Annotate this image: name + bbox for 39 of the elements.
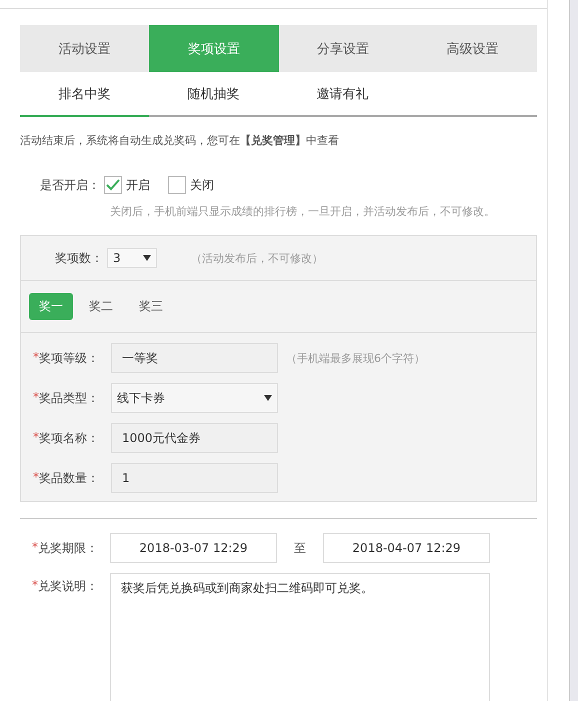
input-field[interactable]: 1 [111,463,278,493]
date-field[interactable]: 2018-03-07 12:29 [110,533,277,563]
sub-tab[interactable]: 邀请有礼 [278,72,407,117]
prize-tab[interactable]: 奖三 [129,293,173,320]
description-field[interactable]: 获奖后凭兑换码或到商家处扫二维码即可兑奖。 [110,573,490,701]
option-label: 开启 [126,176,150,194]
required-mark: * [33,470,39,486]
field-label: 是否开启： [40,176,100,194]
sub-tab[interactable]: 排名中奖 [20,72,149,117]
required-mark: * [33,390,39,406]
required-mark: * [33,350,39,366]
checkbox[interactable] [104,176,122,194]
type-select[interactable]: 线下卡券 [111,383,278,413]
caret-icon [143,255,151,261]
checkbox[interactable] [168,176,186,194]
notice-text: 活动结束后，系统将自动生成兑奖码，您可在【兑奖管理】中查看 [20,133,340,148]
required-mark: * [32,578,38,594]
date-field[interactable]: 2018-04-07 12:29 [323,533,490,563]
field-label: 奖项等级： [39,350,99,366]
hint-text: （手机端最多展现6个字符） [286,350,425,366]
count-select[interactable]: 3 [107,248,157,268]
hint-text: （活动发布后，不可修改） [191,250,323,266]
hint-text: 关闭后，手机前端只显示成绩的排行榜，一旦开启，并活动发布后，不可修改。 [110,204,496,219]
input-field[interactable]: 1000元代金券 [111,423,278,453]
required-mark: * [33,430,39,446]
field-label: 兑奖期限： [38,540,98,556]
field-label: 奖品类型： [39,390,99,406]
required-mark: * [32,540,38,556]
prize-tab[interactable]: 奖二 [79,293,123,320]
field-label: 奖项数： [55,250,103,266]
field-label: 兑奖说明： [38,578,98,595]
caret-icon [264,395,272,401]
input-field[interactable]: 一等奖 [111,343,278,373]
scrollbar[interactable] [569,0,578,701]
option-label: 关闭 [190,176,214,194]
sub-tab[interactable]: 随机抽奖 [149,72,278,117]
field-label: 奖品数量： [39,470,99,486]
field-label: 奖项名称： [39,430,99,446]
separator-text: 至 [293,540,307,556]
